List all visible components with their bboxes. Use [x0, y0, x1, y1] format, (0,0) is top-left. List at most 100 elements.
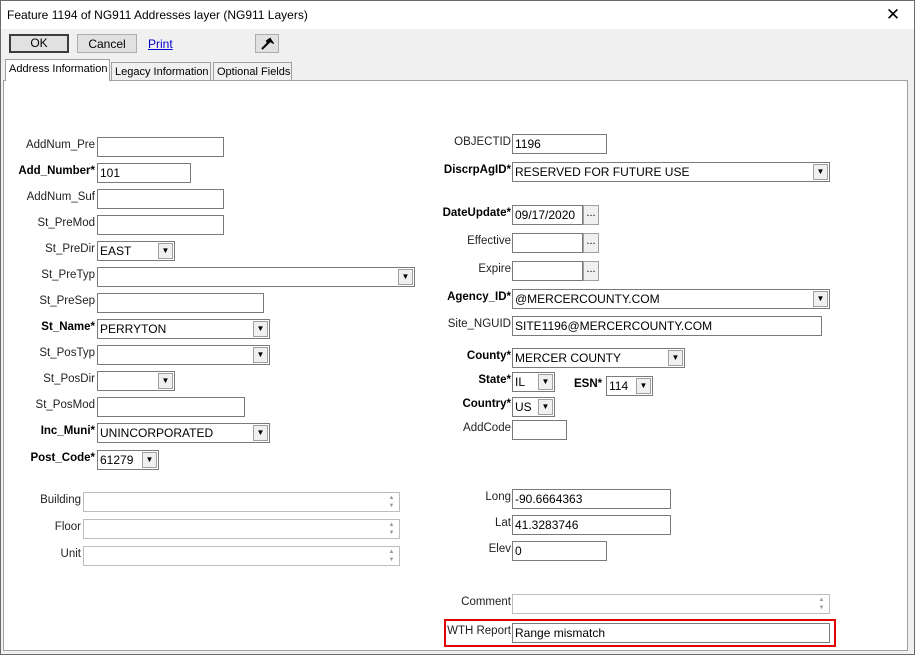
label-wth-report: WTH Report	[447, 625, 511, 637]
agency-id-value: @MERCERCOUNTY.COM	[515, 292, 660, 306]
expire-field[interactable]	[512, 261, 583, 281]
tab-address-information[interactable]: Address Information	[5, 59, 110, 81]
addnum-pre-field[interactable]	[97, 137, 224, 157]
ok-button[interactable]: OK	[9, 34, 69, 53]
agency-id-select[interactable]: @MERCERCOUNTY.COM ▼	[512, 289, 830, 309]
spin-icon[interactable]: ▲ ▼	[385, 548, 398, 564]
label-state: State*	[478, 374, 511, 386]
addcode-field[interactable]	[512, 420, 567, 440]
inc-muni-value: UNINCORPORATED	[100, 426, 214, 440]
addnum-suf-field[interactable]	[97, 189, 224, 209]
county-value: MERCER COUNTY	[515, 351, 622, 365]
label-addnum-suf: AddNum_Suf	[26, 191, 95, 203]
chevron-down-icon[interactable]: ▼	[668, 350, 683, 366]
chevron-down-icon[interactable]: ▼	[538, 374, 553, 390]
spin-icon[interactable]: ▲ ▼	[385, 521, 398, 537]
label-st-premod: St_PreMod	[37, 217, 95, 229]
st-predir-select[interactable]: EAST ▼	[97, 241, 175, 261]
discrpagid-value: RESERVED FOR FUTURE USE	[515, 165, 690, 179]
st-name-value: PERRYTON	[100, 322, 167, 336]
post-code-value: 61279	[100, 453, 134, 467]
label-addcode: AddCode	[463, 422, 511, 434]
label-st-pretyp: St_PreTyp	[41, 269, 95, 281]
objectid-field[interactable]: 1196	[512, 134, 607, 154]
cancel-button[interactable]: Cancel	[77, 34, 137, 53]
chevron-down-icon[interactable]: ▼	[253, 321, 268, 337]
unit-field[interactable]: ▲ ▼	[83, 546, 400, 566]
label-county: County*	[466, 350, 511, 362]
chevron-down-icon[interactable]: ▼	[253, 347, 268, 363]
st-pretyp-select[interactable]: ▼	[97, 267, 415, 287]
esn-select[interactable]: 114 ▼	[606, 376, 653, 396]
st-posdir-select[interactable]: ▼	[97, 371, 175, 391]
label-discrpagid: DiscrpAgID*	[443, 164, 511, 176]
st-presep-field[interactable]	[97, 293, 264, 313]
floor-field[interactable]: ▲ ▼	[83, 519, 400, 539]
country-value: US	[515, 400, 532, 414]
close-icon[interactable]: ✕	[872, 1, 914, 29]
label-dateupdate: DateUpdate*	[442, 207, 511, 219]
dateupdate-field[interactable]: 09/17/2020	[512, 205, 583, 225]
tab-optional-fields[interactable]: Optional Fields	[213, 62, 292, 81]
label-elev: Elev	[488, 543, 511, 555]
ellipsis-icon[interactable]: ...	[583, 205, 599, 225]
comment-field[interactable]: ▲ ▼	[512, 594, 830, 614]
label-st-postyp: St_PosTyp	[39, 347, 95, 359]
spin-icon[interactable]: ▲ ▼	[815, 596, 828, 612]
label-inc-muni: Inc_Muni*	[40, 425, 95, 437]
st-predir-value: EAST	[100, 244, 132, 258]
site-nguid-field[interactable]: SITE1196@MERCERCOUNTY.COM	[512, 316, 822, 336]
chevron-down-icon[interactable]: ▼	[398, 269, 413, 285]
post-code-select[interactable]: 61279 ▼	[97, 450, 159, 470]
label-comment: Comment	[461, 596, 511, 608]
ellipsis-icon[interactable]: ...	[583, 233, 599, 253]
st-premod-field[interactable]	[97, 215, 224, 235]
state-select[interactable]: IL ▼	[512, 372, 555, 392]
add-number-field[interactable]: 101	[97, 163, 191, 183]
label-add-number: Add_Number*	[18, 165, 95, 177]
lat-field[interactable]: 41.3283746	[512, 515, 671, 535]
ellipsis-icon[interactable]: ...	[583, 261, 599, 281]
inc-muni-select[interactable]: UNINCORPORATED ▼	[97, 423, 270, 443]
tools-button[interactable]	[255, 34, 279, 53]
label-long: Long	[485, 491, 511, 503]
label-objectid: OBJECTID	[454, 136, 511, 148]
elev-field[interactable]: 0	[512, 541, 607, 561]
label-effective: Effective	[467, 235, 511, 247]
chevron-down-icon[interactable]: ▼	[253, 425, 268, 441]
label-st-posdir: St_PosDir	[43, 373, 95, 385]
chevron-down-icon[interactable]: ▼	[813, 291, 828, 307]
label-st-posmod: St_PosMod	[35, 399, 95, 411]
chevron-down-icon[interactable]: ▼	[158, 243, 173, 259]
tab-legacy-information[interactable]: Legacy Information	[111, 62, 211, 81]
long-field[interactable]: -90.6664363	[512, 489, 671, 509]
country-select[interactable]: US ▼	[512, 397, 555, 417]
label-floor: Floor	[54, 521, 81, 533]
print-link[interactable]: Print	[148, 37, 173, 51]
chevron-down-icon[interactable]: ▼	[142, 452, 157, 468]
label-st-predir: St_PreDir	[45, 243, 95, 255]
label-addnum-pre: AddNum_Pre	[25, 139, 95, 151]
st-posmod-field[interactable]	[97, 397, 245, 417]
st-postyp-select[interactable]: ▼	[97, 345, 270, 365]
spin-icon[interactable]: ▲ ▼	[385, 494, 398, 510]
county-select[interactable]: MERCER COUNTY ▼	[512, 348, 685, 368]
esn-value: 114	[609, 379, 629, 393]
label-unit: Unit	[60, 548, 81, 560]
label-site-nguid: Site_NGUID	[447, 318, 511, 330]
label-st-presep: St_PreSep	[39, 295, 95, 307]
building-field[interactable]: ▲ ▼	[83, 492, 400, 512]
title-bar: Feature 1194 of NG911 Addresses layer (N…	[1, 1, 914, 29]
wth-report-field[interactable]: Range mismatch	[512, 623, 830, 643]
label-st-name: St_Name*	[41, 321, 95, 333]
chevron-down-icon[interactable]: ▼	[158, 373, 173, 389]
st-name-select[interactable]: PERRYTON ▼	[97, 319, 270, 339]
chevron-down-icon[interactable]: ▼	[636, 378, 651, 394]
discrpagid-select[interactable]: RESERVED FOR FUTURE USE ▼	[512, 162, 830, 182]
wrench-icon	[261, 37, 275, 50]
effective-field[interactable]	[512, 233, 583, 253]
chevron-down-icon[interactable]: ▼	[813, 164, 828, 180]
label-post-code: Post_Code*	[30, 452, 95, 464]
chevron-down-icon[interactable]: ▼	[538, 399, 553, 415]
label-esn: ESN*	[574, 378, 603, 390]
